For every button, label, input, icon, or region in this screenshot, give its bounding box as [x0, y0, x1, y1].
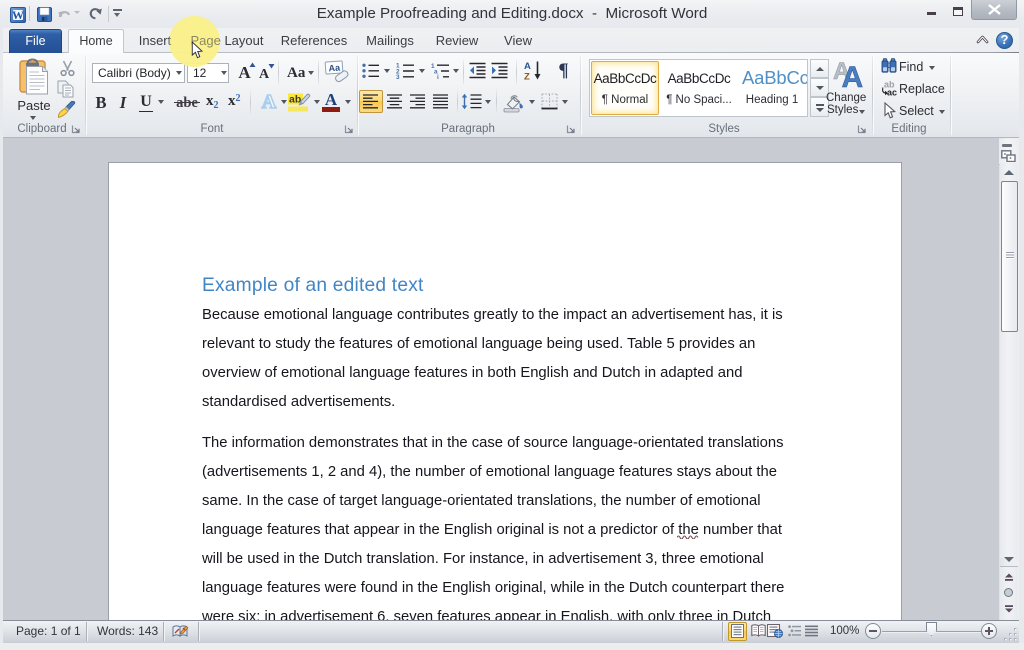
svg-text:i: i: [437, 74, 439, 79]
svg-text:A: A: [524, 61, 531, 72]
svg-text:ab: ab: [289, 94, 301, 106]
svg-text:ac: ac: [887, 88, 897, 97]
svg-text:Aa: Aa: [328, 63, 341, 74]
svg-text:3: 3: [396, 74, 400, 79]
svg-text:Z: Z: [524, 72, 530, 82]
svg-text:A: A: [842, 61, 864, 88]
